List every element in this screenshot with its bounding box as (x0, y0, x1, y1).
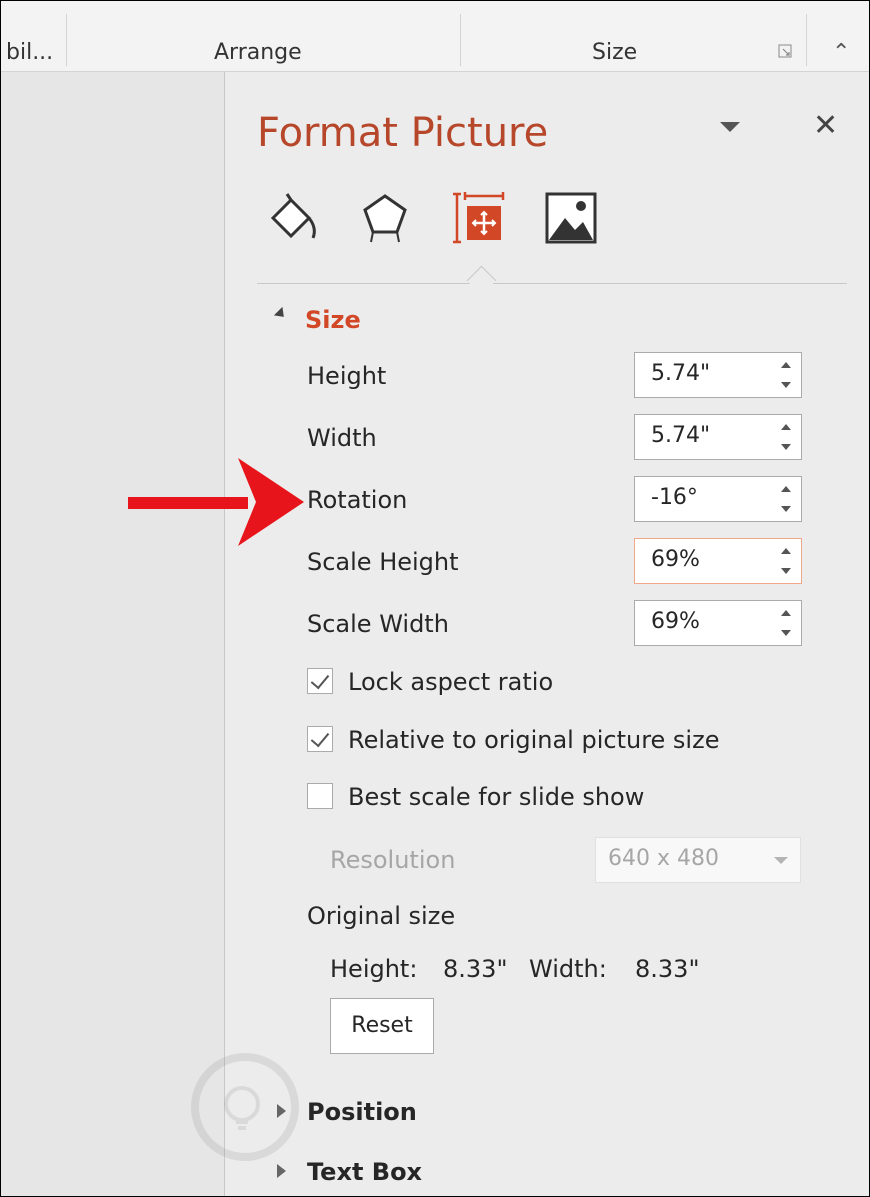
screenshot-frame (0, 0, 870, 1197)
